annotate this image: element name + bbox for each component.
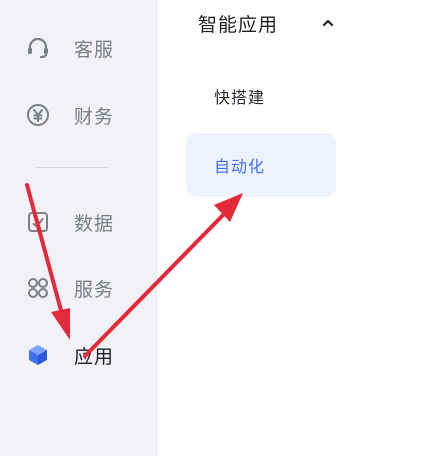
sidebar-item-label: 服务 bbox=[74, 278, 115, 301]
submenu-item-automation[interactable]: 自动化 bbox=[186, 133, 336, 197]
sidebar-item-label: 数据 bbox=[74, 212, 115, 235]
cube-icon bbox=[24, 341, 52, 369]
sidebar-item-label: 财务 bbox=[74, 105, 115, 128]
sidebar-item-data[interactable]: 数据 bbox=[24, 207, 114, 237]
submenu-panel: 智能应用 快搭建 自动化 bbox=[158, 0, 427, 456]
headset-icon bbox=[24, 34, 52, 62]
yuan-circle-icon bbox=[24, 101, 52, 129]
sidebar-item-label: 应用 bbox=[74, 345, 115, 368]
submenu-item-quick-build[interactable]: 快搭建 bbox=[186, 64, 336, 128]
sidebar-item-apps[interactable]: 应用 bbox=[24, 340, 114, 370]
panel-title: 智能应用 bbox=[198, 14, 279, 36]
sidebar-item-finance[interactable]: 财务 bbox=[24, 100, 114, 130]
sidebar-item-customer-service[interactable]: 客服 bbox=[24, 33, 114, 63]
sidebar-item-label: 客服 bbox=[74, 38, 115, 61]
submenu-item-label: 快搭建 bbox=[214, 88, 266, 107]
grid-circles-icon bbox=[24, 274, 52, 302]
chevron-up-icon[interactable] bbox=[318, 13, 338, 33]
sidebar-divider bbox=[36, 167, 108, 168]
sidebar: 客服 财务 数据 服务 应用 bbox=[0, 0, 158, 456]
chart-box-icon bbox=[24, 208, 52, 236]
sidebar-item-service[interactable]: 服务 bbox=[24, 273, 114, 303]
submenu-item-label: 自动化 bbox=[214, 157, 266, 176]
